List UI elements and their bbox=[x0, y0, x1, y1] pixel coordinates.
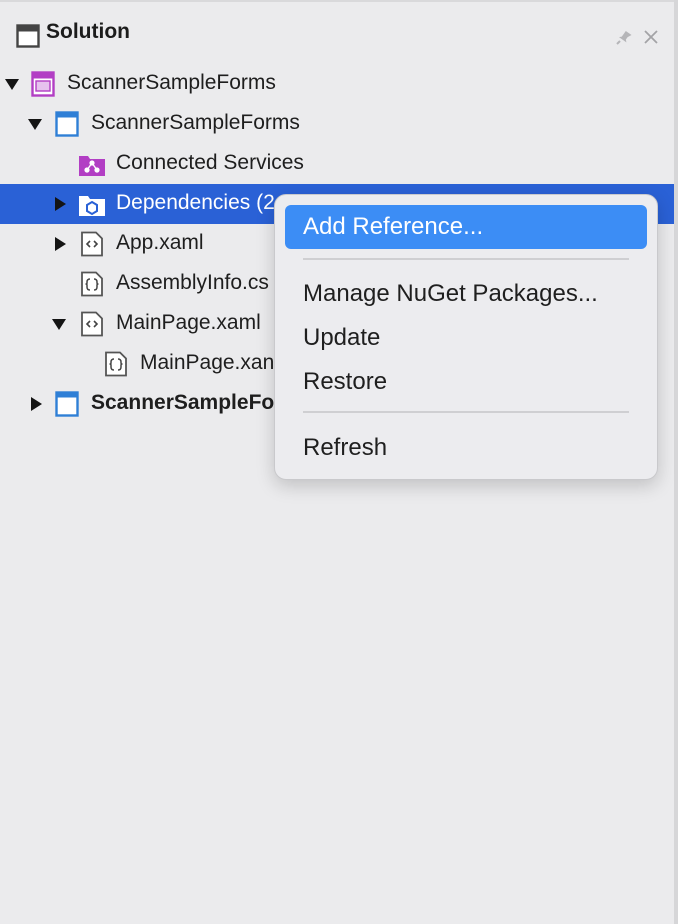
pad-header: Solution bbox=[0, 14, 674, 54]
project-icon bbox=[55, 391, 79, 422]
expand-arrow-icon[interactable] bbox=[4, 76, 20, 97]
context-menu: Add Reference... Manage NuGet Packages..… bbox=[274, 194, 658, 480]
tree-item-label: MainPage.xan bbox=[140, 351, 275, 374]
xaml-file-icon bbox=[80, 231, 104, 262]
menu-item-label: Restore bbox=[303, 368, 388, 395]
tree-item-label: Dependencies (2 bbox=[116, 191, 275, 214]
top-border bbox=[0, 0, 674, 2]
expand-arrow-icon[interactable] bbox=[27, 116, 43, 137]
dependencies-icon bbox=[78, 191, 106, 222]
menu-item-restore[interactable]: Restore bbox=[285, 360, 647, 404]
xaml-file-icon bbox=[80, 311, 104, 342]
tree-item-solution[interactable]: ScannerSampleForms bbox=[0, 64, 674, 104]
expand-arrow-icon[interactable] bbox=[51, 316, 67, 337]
solution-icon bbox=[31, 71, 55, 102]
collapse-arrow-icon[interactable] bbox=[52, 236, 68, 257]
menu-item-label: Manage NuGet Packages... bbox=[303, 280, 598, 307]
collapse-arrow-icon[interactable] bbox=[28, 396, 44, 417]
menu-separator bbox=[303, 258, 629, 260]
project-icon bbox=[55, 111, 79, 142]
cs-file-icon bbox=[80, 271, 104, 302]
menu-item-label: Update bbox=[303, 324, 381, 351]
tree-item-label: ScannerSampleForms bbox=[91, 111, 300, 134]
tree-item-label: ScannerSampleFo bbox=[91, 391, 275, 414]
tree-item-connected-services[interactable]: Connected Services bbox=[0, 144, 674, 184]
tree-item-label: Connected Services bbox=[116, 151, 304, 174]
menu-item-refresh[interactable]: Refresh bbox=[285, 426, 647, 470]
menu-item-label: Add Reference... bbox=[303, 213, 484, 240]
pad-title: Solution bbox=[46, 20, 130, 43]
panel-icon bbox=[16, 24, 40, 53]
menu-item-add-reference[interactable]: Add Reference... bbox=[285, 205, 647, 249]
menu-item-manage-nuget[interactable]: Manage NuGet Packages... bbox=[285, 272, 647, 316]
menu-item-label: Refresh bbox=[303, 434, 388, 461]
cs-file-icon bbox=[104, 351, 128, 382]
menu-item-update[interactable]: Update bbox=[285, 316, 647, 360]
tree-item-project[interactable]: ScannerSampleForms bbox=[0, 104, 674, 144]
pad-right-border bbox=[674, 0, 678, 924]
close-icon[interactable] bbox=[642, 28, 660, 51]
connected-services-icon bbox=[78, 151, 106, 182]
tree-item-label: AssemblyInfo.cs bbox=[116, 271, 269, 294]
pin-icon[interactable] bbox=[614, 28, 634, 51]
tree-item-label: ScannerSampleForms bbox=[67, 71, 276, 94]
tree-item-label: App.xaml bbox=[116, 231, 204, 254]
tree-item-label: MainPage.xaml bbox=[116, 311, 261, 334]
collapse-arrow-icon[interactable] bbox=[52, 196, 68, 217]
menu-separator bbox=[303, 411, 629, 413]
